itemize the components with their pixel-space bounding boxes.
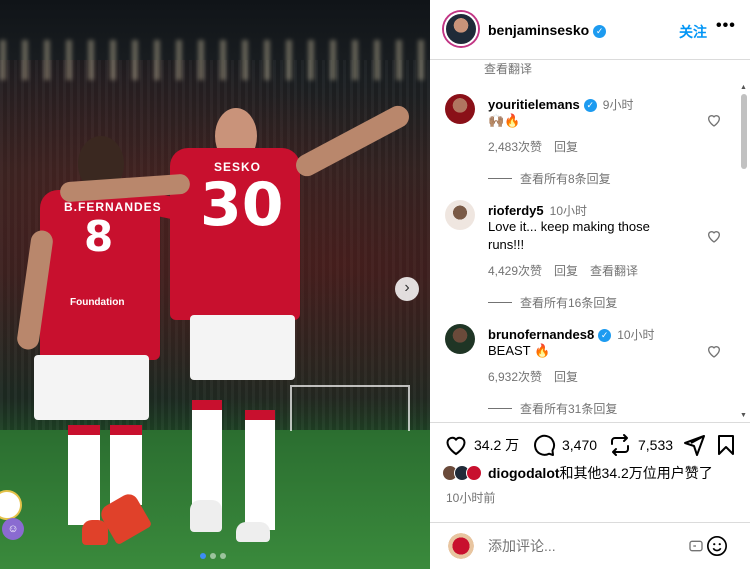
comments-list[interactable]: 查看翻译 youritielemans ✓ 9小时 🙌🏽🔥 2,483次赞 回复 查… bbox=[430, 60, 750, 422]
view-replies-link[interactable]: 查看所有8条回复 bbox=[488, 170, 611, 187]
more-options-icon[interactable]: ••• bbox=[716, 17, 736, 35]
comment-likes[interactable]: 4,429次赞 bbox=[488, 262, 542, 279]
post-photo[interactable]: B.FERNANDES 8 Foundation SESKO 30 ☺ › bbox=[0, 0, 430, 569]
commenter-avatar[interactable] bbox=[445, 200, 475, 230]
view-replies-link[interactable]: 查看所有31条回复 bbox=[488, 400, 617, 417]
view-replies-link[interactable]: 查看所有16条回复 bbox=[488, 294, 617, 311]
scroll-up-icon[interactable]: ▲ bbox=[740, 84, 747, 91]
commenter-username[interactable]: rioferdy5 10小时 bbox=[488, 202, 587, 219]
carousel-dot[interactable] bbox=[210, 553, 216, 559]
see-translation-link[interactable]: 查看翻译 bbox=[590, 262, 638, 279]
like-button[interactable]: 34.2 万 bbox=[444, 433, 519, 457]
gif-icon[interactable] bbox=[688, 538, 704, 554]
verified-badge-icon: ✓ bbox=[598, 329, 612, 342]
reply-button[interactable]: 回复 bbox=[554, 262, 578, 279]
post-actions: 34.2 万 3,470 7,533 diogodalot 和其他34.2万位用户… bbox=[430, 422, 750, 517]
comment-text: 🙌🏽🔥 bbox=[488, 113, 521, 128]
liker-avatar bbox=[466, 465, 482, 481]
like-comment-icon[interactable] bbox=[706, 228, 722, 244]
comment-button[interactable]: 3,470 bbox=[532, 433, 597, 457]
player-right: SESKO 30 bbox=[59, 0, 420, 569]
post-header: benjaminsesko ✓ 关注 ••• bbox=[430, 0, 750, 60]
verified-badge-icon: ✓ bbox=[593, 25, 607, 38]
see-translation-link[interactable]: 查看翻译 bbox=[484, 60, 532, 77]
viewer-avatar bbox=[446, 531, 476, 561]
post-timestamp[interactable]: 10小时前 bbox=[446, 489, 495, 506]
comment-count: 3,470 bbox=[562, 437, 598, 453]
author-username[interactable]: benjaminsesko ✓ bbox=[488, 22, 607, 38]
follow-button[interactable]: 关注 bbox=[679, 22, 707, 42]
profile-badge-icon[interactable]: ☺ bbox=[2, 518, 24, 540]
comment-likes[interactable]: 2,483次赞 bbox=[488, 138, 542, 155]
like-comment-icon[interactable] bbox=[706, 112, 722, 128]
comment-likes[interactable]: 6,932次赞 bbox=[488, 368, 542, 385]
like-count: 34.2 万 bbox=[474, 437, 520, 453]
verified-badge-icon: ✓ bbox=[583, 99, 597, 112]
shirt-number-right: 30 bbox=[200, 170, 284, 240]
repost-count: 7,533 bbox=[638, 437, 674, 453]
reply-button[interactable]: 回复 bbox=[554, 138, 578, 155]
reply-button[interactable]: 回复 bbox=[554, 368, 578, 385]
commenter-username[interactable]: youritielemans ✓ 9小时 bbox=[488, 96, 633, 113]
carousel-dot[interactable] bbox=[220, 553, 226, 559]
comment-meta: 2,483次赞 回复 bbox=[488, 138, 578, 155]
scroll-thumb[interactable] bbox=[741, 94, 747, 169]
liked-by: diogodalot 和其他34.2万位用户赞了 bbox=[442, 463, 713, 483]
commenter-avatar[interactable] bbox=[445, 94, 475, 124]
share-button[interactable] bbox=[682, 433, 706, 457]
carousel-next-button[interactable]: › bbox=[395, 277, 419, 301]
commenter-username[interactable]: brunofernandes8 ✓ 10小时 bbox=[488, 326, 655, 343]
like-comment-icon[interactable] bbox=[706, 343, 722, 359]
shirt-number-left: 8 bbox=[84, 212, 114, 261]
comment-meta: 4,429次赞 回复 查看翻译 bbox=[488, 262, 638, 279]
emoji-icon[interactable] bbox=[706, 535, 728, 557]
comment-text: BEAST 🔥 bbox=[488, 343, 551, 358]
comment-meta: 6,932次赞 回复 bbox=[488, 368, 578, 385]
add-comment-bar bbox=[430, 522, 750, 569]
repost-icon bbox=[611, 434, 629, 456]
send-icon bbox=[684, 435, 705, 456]
liked-by-text[interactable]: 和其他34.2万位用户赞了 bbox=[560, 463, 713, 483]
author-avatar[interactable] bbox=[444, 12, 478, 46]
comment-icon bbox=[534, 434, 556, 456]
repost-button[interactable]: 7,533 bbox=[608, 433, 673, 457]
carousel-dot[interactable] bbox=[200, 553, 206, 559]
comment-text: Love it... keep making those runs!!! bbox=[488, 219, 650, 252]
comment-input[interactable] bbox=[488, 535, 678, 557]
commenter-avatar[interactable] bbox=[445, 324, 475, 354]
carousel-dots bbox=[200, 553, 226, 559]
save-button[interactable] bbox=[714, 433, 738, 457]
comments-scrollbar[interactable]: ▲ ▼ bbox=[740, 84, 748, 419]
liked-by-username[interactable]: diogodalot bbox=[488, 465, 560, 481]
post-side-panel: benjaminsesko ✓ 关注 ••• 查看翻译 youritieleman… bbox=[430, 0, 750, 569]
bookmark-icon bbox=[718, 435, 734, 455]
heart-icon bbox=[446, 436, 466, 456]
shirt-sponsor-left: Foundation bbox=[70, 297, 125, 308]
scroll-down-icon[interactable]: ▼ bbox=[740, 412, 747, 419]
